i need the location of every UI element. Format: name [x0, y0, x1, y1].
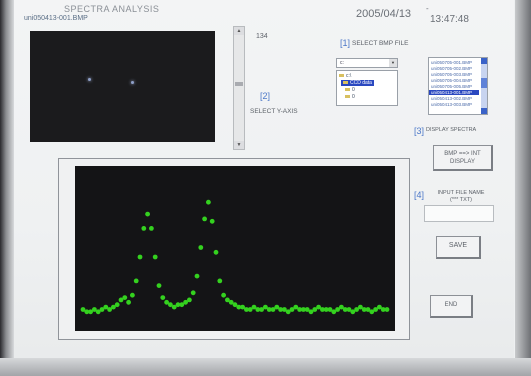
folder-icon [345, 88, 350, 92]
spectrum-point [126, 299, 131, 305]
folder-open-icon [343, 81, 348, 85]
spectrum-point [160, 295, 166, 300]
step2-label: SELECT Y-AXIS [250, 108, 298, 115]
spectrum-point [221, 292, 227, 298]
chevron-down-icon[interactable]: ▼ [389, 59, 397, 67]
scroll-thumb[interactable] [481, 78, 487, 88]
spectrum-point [130, 292, 135, 298]
spectrum-point [122, 295, 128, 300]
file-item[interactable]: uni050705-003.BMP [431, 72, 472, 77]
step4-label-line2: (*** TXT) [450, 197, 472, 203]
slider-down-arrow-icon[interactable]: ▼ [234, 141, 244, 149]
scroll-down-icon[interactable] [481, 108, 487, 114]
convert-button-line2: DISPLAY [450, 159, 475, 165]
spectrum-point [145, 211, 150, 217]
bmp-preview-image [30, 31, 215, 142]
monitor-bezel-right [515, 0, 531, 376]
directory-item[interactable]: c:\ [339, 73, 351, 79]
spectra-plot-svg [80, 199, 390, 315]
time-prefix: - [426, 4, 429, 13]
file-list-scrollbar[interactable] [481, 58, 487, 114]
file-name-input[interactable] [424, 205, 494, 222]
directory-item[interactable]: 0 [345, 94, 355, 100]
spectrum-point [114, 302, 120, 308]
file-item[interactable]: uni050413-002.BMP [431, 96, 472, 101]
file-item[interactable]: uni050413-003.BMP [431, 102, 472, 107]
drive-select-value: c: [340, 60, 344, 66]
spectrum-point [384, 307, 390, 312]
spectrum-point [137, 254, 143, 260]
directory-list[interactable]: c:\ CCD data 0 0 [336, 70, 398, 106]
preview-spot [88, 78, 91, 81]
y-axis-slider[interactable]: ▲ ▼ [233, 26, 245, 150]
step4-label-line1: INPUT FILE NAME [437, 190, 485, 196]
spectrum-point [217, 278, 223, 284]
step1-number: [1] [340, 38, 351, 48]
file-item[interactable]: uni050705-005.BMP [431, 84, 472, 89]
spectrum-point [187, 297, 192, 303]
app-title: SPECTRA ANALYSIS [64, 4, 160, 14]
step2-number: [2] [260, 91, 271, 101]
scroll-up-icon[interactable] [481, 58, 487, 64]
current-filename: uni050413-001.BMP [24, 15, 88, 22]
preview-spot [131, 81, 134, 84]
spectrum-point [152, 254, 158, 260]
monitor-bezel-bottom [0, 358, 531, 376]
spectra-chart [75, 166, 395, 331]
step3-number: [3] [414, 126, 425, 136]
spectrum-point [156, 283, 162, 288]
step1-label: SELECT BMP FILE [352, 40, 409, 47]
spectrum-point [213, 249, 219, 255]
file-item[interactable]: uni050705-002.BMP [431, 66, 472, 71]
save-button[interactable]: SAVE [436, 236, 481, 259]
file-item-selected[interactable]: uni050413-001.BMP [429, 90, 479, 95]
slider-up-arrow-icon[interactable]: ▲ [234, 27, 244, 35]
spectrum-point [206, 199, 211, 205]
date-display: 2005/04/13 [356, 8, 412, 20]
spectrum-point [198, 245, 204, 250]
spectrum-point [202, 216, 207, 222]
y-axis-value: 134 [256, 33, 268, 40]
directory-item[interactable]: 0 [345, 87, 355, 93]
file-item[interactable]: uni050705-004.BMP [431, 78, 472, 83]
file-item[interactable]: uni050705-001.BMP [431, 60, 472, 65]
step3-label: DISPLAY SPECTRA [426, 127, 477, 133]
convert-display-button[interactable]: BMP ==> INT DISPLAY [433, 145, 493, 171]
drive-select[interactable]: c: ▼ [336, 58, 398, 68]
spectrum-point [194, 273, 200, 279]
convert-button-line1: BMP ==> INT [444, 151, 481, 157]
step4-number: [4] [414, 190, 425, 200]
spectrum-point [149, 226, 154, 231]
time-display: 13:47:48 [430, 14, 469, 25]
step4-label: INPUT FILE NAME (*** TXT) [426, 190, 496, 204]
folder-icon [339, 74, 344, 78]
slider-thumb[interactable] [235, 81, 243, 86]
directory-item-selected[interactable]: CCD data [341, 80, 374, 86]
folder-icon [345, 95, 350, 99]
file-list[interactable]: uni050705-001.BMP uni050705-002.BMP uni0… [428, 57, 488, 115]
spectrum-point [133, 278, 139, 284]
end-button[interactable]: END [430, 295, 473, 318]
spectrum-point [141, 226, 147, 231]
spectrum-point [209, 218, 215, 224]
spectrum-point [190, 290, 196, 296]
